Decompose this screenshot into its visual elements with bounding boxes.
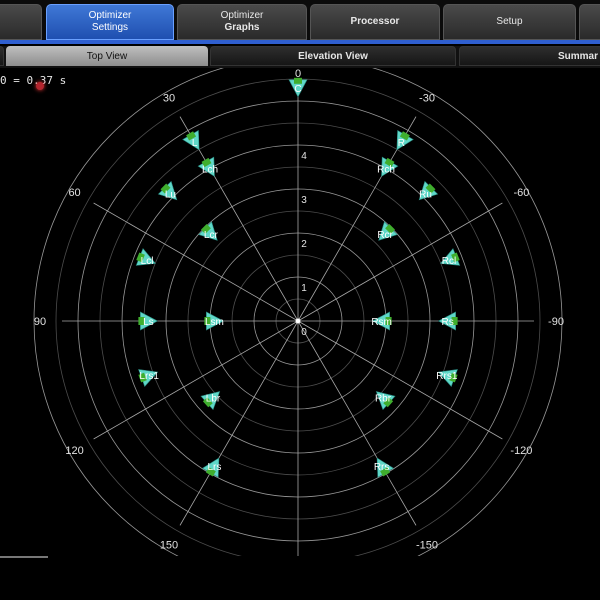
speaker-label: Rbr bbox=[375, 394, 392, 405]
speaker-marker-lcr[interactable]: Lcr bbox=[197, 220, 223, 246]
ring-distance-label: 1 bbox=[301, 283, 307, 294]
speaker-label: Rch bbox=[377, 165, 395, 176]
speaker-label: Lrs1 bbox=[139, 371, 159, 382]
speaker-marker-ru[interactable]: Ru bbox=[413, 180, 439, 206]
angle-tick-label: -120 bbox=[510, 445, 532, 457]
top-tab-bar: Optimizer Settings Optimizer Graphs Proc… bbox=[0, 0, 600, 44]
tab-label-line1: Optimizer bbox=[220, 10, 264, 21]
speaker-marker-rch[interactable]: Rch bbox=[374, 155, 399, 180]
speaker-label: R bbox=[398, 138, 405, 149]
speaker-marker-rrs[interactable]: Rrs bbox=[369, 454, 394, 479]
angle-tick-label: -60 bbox=[513, 187, 529, 199]
speaker-marker-lch[interactable]: Lch bbox=[197, 155, 222, 180]
tab-label-line2: Graphs bbox=[224, 22, 260, 33]
subtab-top-view[interactable]: Top View bbox=[6, 46, 208, 66]
speaker-label: Ls bbox=[143, 317, 154, 328]
subtab-previous[interactable] bbox=[0, 46, 4, 66]
angle-tick-label: -30 bbox=[419, 93, 435, 105]
speaker-marker-l[interactable]: L bbox=[182, 129, 207, 154]
speaker-marker-c[interactable]: C bbox=[288, 77, 308, 98]
tab-optimizer-graphs[interactable]: Optimizer Graphs bbox=[177, 4, 307, 40]
speaker-marker-ls[interactable]: Ls bbox=[138, 311, 159, 331]
polar-grid bbox=[33, 68, 563, 556]
tab-label-line1: Processor bbox=[350, 16, 400, 27]
tab-processor[interactable]: Processor bbox=[310, 4, 440, 40]
speaker-label: Rsm bbox=[371, 317, 392, 328]
tab-label-line2: Settings bbox=[91, 22, 129, 33]
subtab-elevation-view[interactable]: Elevation View bbox=[210, 46, 456, 66]
grid-radial-line bbox=[179, 320, 299, 526]
subtab-label: Summar bbox=[557, 50, 598, 62]
speaker-marker-lrs[interactable]: Lrs bbox=[202, 454, 227, 479]
angle-tick-label: 30 bbox=[163, 93, 175, 105]
speaker-label: Lrs bbox=[207, 462, 221, 473]
speaker-marker-r[interactable]: R bbox=[389, 129, 414, 154]
grid-radial-line bbox=[297, 202, 503, 322]
speaker-label: Lcl bbox=[141, 256, 154, 267]
speaker-label: Rcr bbox=[377, 230, 393, 241]
tab-optimizer-settings[interactable]: Optimizer Settings bbox=[46, 4, 174, 40]
ring-distance-label: 2 bbox=[301, 239, 307, 250]
speaker-label: Lsm bbox=[205, 317, 224, 328]
subtab-label: Elevation View bbox=[298, 50, 368, 62]
speaker-label: Rs bbox=[441, 317, 453, 328]
angle-tick-label: -150 bbox=[416, 539, 438, 551]
angle-tick-label: 60 bbox=[68, 187, 80, 199]
speaker-label: Rcl bbox=[442, 256, 456, 267]
speaker-marker-lbr[interactable]: Lbr bbox=[200, 385, 226, 411]
listener-position-icon bbox=[295, 318, 301, 324]
tab-setup[interactable]: Setup bbox=[443, 4, 576, 40]
tab-accent-line bbox=[0, 40, 600, 44]
speaker-marker-lcl[interactable]: Lcl bbox=[134, 248, 158, 272]
bottom-scroll-indicator bbox=[0, 556, 48, 558]
speaker-label: Ru bbox=[419, 189, 432, 200]
angle-tick-label: 120 bbox=[65, 445, 83, 457]
speaker-label: Lbr bbox=[206, 394, 221, 405]
subtab-label: Top View bbox=[86, 50, 128, 62]
speaker-label: Lch bbox=[202, 165, 218, 176]
angle-tick-label: 150 bbox=[160, 539, 178, 551]
view-tab-bar: Top View Elevation View Summar bbox=[0, 46, 600, 68]
speaker-label: L bbox=[192, 138, 198, 149]
speaker-marker-rbr[interactable]: Rbr bbox=[370, 385, 396, 411]
ring-distance-label: 3 bbox=[301, 195, 307, 206]
speaker-marker-rs[interactable]: Rs bbox=[437, 311, 458, 331]
speaker-marker-lsm[interactable]: Lsm bbox=[204, 311, 225, 331]
speaker-label: Lu bbox=[165, 189, 176, 200]
speaker-label: Rrs1 bbox=[436, 371, 458, 382]
speaker-label: Rrs bbox=[374, 462, 390, 473]
speaker-label: Lcr bbox=[204, 230, 219, 241]
speaker-label: C bbox=[294, 84, 301, 95]
subtab-summary[interactable]: Summar bbox=[459, 46, 600, 66]
speaker-marker-rcl[interactable]: Rcl bbox=[437, 248, 461, 272]
polar-labels: 0306090120150180-30-60-90-120-15012340 bbox=[34, 68, 564, 551]
angle-tick-label: -90 bbox=[548, 316, 564, 328]
grid-radial-line bbox=[93, 320, 299, 440]
ring-origin-label: 0 bbox=[301, 327, 307, 338]
grid-radial-line bbox=[297, 320, 417, 526]
tab-next[interactable] bbox=[579, 4, 600, 40]
top-view-polar-plot[interactable]: 0306090120150180-30-60-90-120-15012340 C… bbox=[0, 68, 600, 556]
tab-label-line1: Setup bbox=[496, 16, 523, 27]
speaker-marker-rcr[interactable]: Rcr bbox=[372, 220, 398, 246]
angle-tick-label: 90 bbox=[34, 316, 46, 328]
ring-distance-label: 4 bbox=[301, 151, 307, 162]
grid-radial-line bbox=[297, 320, 503, 440]
grid-radial-line bbox=[93, 202, 299, 322]
tab-previous[interactable] bbox=[0, 4, 42, 40]
speaker-marker-lu[interactable]: Lu bbox=[157, 180, 183, 206]
speaker-marker-rsm[interactable]: Rsm bbox=[371, 311, 392, 331]
tab-label-line1: Optimizer bbox=[88, 10, 132, 21]
